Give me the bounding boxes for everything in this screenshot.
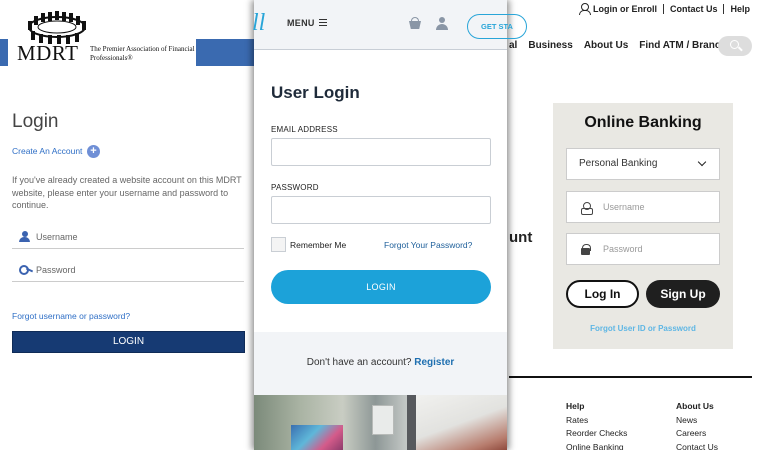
bank-main-nav: al Business About Us Find ATM / Branch (509, 40, 737, 51)
account-type-value: Personal Banking (579, 158, 658, 169)
register-prompt: Don't have an account? Register (254, 332, 507, 395)
login-button[interactable]: LOGIN (271, 270, 491, 304)
remember-me-checkbox[interactable] (271, 237, 286, 252)
email-field[interactable] (271, 138, 491, 166)
online-banking-card: Online Banking Personal Banking Username… (553, 103, 733, 349)
footer-link-online-banking[interactable]: Online Banking (566, 441, 627, 450)
basket-icon[interactable] (408, 17, 422, 29)
mdrt-tagline: The Premier Association of Financial Pro… (90, 45, 195, 62)
footer-about-column: About Us News Careers Contact Us (676, 400, 718, 450)
mdrt-wordmark: MDRT (17, 41, 79, 65)
nav-item-find-atm[interactable]: Find ATM / Branch (639, 40, 726, 51)
footer-about-heading: About Us (676, 401, 714, 411)
create-account-link[interactable]: Create An Account (12, 146, 82, 156)
search-button[interactable] (718, 36, 752, 56)
roundtable-icon (28, 11, 86, 44)
page-title: Login (12, 111, 59, 132)
user-icon (19, 231, 30, 242)
nav-item-personal[interactable]: al (509, 40, 517, 51)
key-icon (19, 264, 33, 275)
site-header: ll MENU GET STA (252, 0, 527, 50)
bank-login-button[interactable]: Log In (566, 280, 639, 308)
forgot-password-link[interactable]: Forgot Your Password? (384, 240, 472, 250)
bank-forgot-link[interactable]: Forgot User ID or Password (553, 324, 733, 333)
header-band (196, 39, 255, 66)
header-band (0, 39, 8, 66)
footer-help-heading: Help (566, 401, 585, 411)
nav-item-business[interactable]: Business (528, 40, 572, 51)
account-type-select[interactable]: Personal Banking (566, 148, 720, 180)
mdrt-password-input[interactable]: Password (12, 263, 244, 282)
photo-artwork (291, 425, 343, 450)
footer-help-column: Help Rates Reorder Checks Online Banking (566, 400, 627, 450)
bank-password-input[interactable]: Password (566, 233, 720, 265)
section-heading-fragment: unt (509, 229, 533, 246)
remember-me-label[interactable]: Remember Me (290, 240, 346, 250)
person-icon (578, 3, 591, 15)
login-description: If you've already created a website acco… (12, 175, 242, 210)
footer-divider (509, 376, 752, 378)
footer-link-contact-us[interactable]: Contact Us (676, 441, 718, 450)
plus-icon[interactable]: + (87, 145, 100, 158)
email-label: EMAIL ADDRESS (271, 125, 338, 134)
bank-username-placeholder: Username (603, 202, 645, 212)
hamburger-icon[interactable] (319, 19, 327, 26)
bank-utility-bar: Login or Enroll Contact Us Help (578, 3, 750, 15)
mdrt-forgot-link[interactable]: Forgot username or password? (12, 311, 130, 321)
mdrt-username-input[interactable]: Username (12, 230, 244, 249)
footer-link-careers[interactable]: Careers (676, 427, 718, 441)
register-link[interactable]: Register (414, 357, 454, 368)
mdrt-page: MDRT The Premier Association of Financia… (0, 0, 255, 450)
nav-item-about-us[interactable]: About Us (584, 40, 628, 51)
site-logo[interactable]: ll (252, 10, 265, 37)
lock-icon (581, 244, 591, 255)
password-label: PASSWORD (271, 183, 319, 192)
bank-username-input[interactable]: Username (566, 191, 720, 223)
user-icon (581, 202, 593, 215)
help-link[interactable]: Help (730, 4, 750, 14)
get-started-button[interactable]: GET STA (467, 14, 527, 39)
footer-link-reorder-checks[interactable]: Reorder Checks (566, 427, 627, 441)
photo-wall (416, 395, 507, 450)
no-account-text: Don't have an account? (306, 357, 412, 368)
interior-photo (254, 395, 507, 450)
online-banking-title: Online Banking (584, 114, 702, 131)
mdrt-password-placeholder: Password (36, 265, 76, 275)
menu-label[interactable]: MENU (287, 18, 315, 28)
login-enroll-link[interactable]: Login or Enroll (593, 4, 657, 14)
divider (723, 3, 725, 14)
screenshot-stage: Login or Enroll Contact Us Help al Busin… (0, 0, 760, 450)
password-field[interactable] (271, 196, 491, 224)
footer-link-rates[interactable]: Rates (566, 414, 627, 428)
photo-window (372, 405, 394, 435)
mdrt-username-placeholder: Username (36, 232, 78, 242)
account-icon[interactable] (436, 17, 448, 30)
mdrt-login-button[interactable]: LOGIN (12, 331, 245, 353)
user-login-page: ll MENU GET STA User Login EMAIL ADDRESS… (252, 0, 527, 450)
bank-password-placeholder: Password (603, 244, 643, 254)
footer-link-news[interactable]: News (676, 414, 718, 428)
bank-signup-button[interactable]: Sign Up (646, 280, 720, 308)
contact-us-link[interactable]: Contact Us (670, 4, 718, 14)
page-title: User Login (271, 83, 360, 102)
chevron-down-icon (697, 157, 707, 167)
divider (662, 3, 664, 14)
search-icon (730, 40, 739, 49)
photo-column (407, 395, 416, 450)
